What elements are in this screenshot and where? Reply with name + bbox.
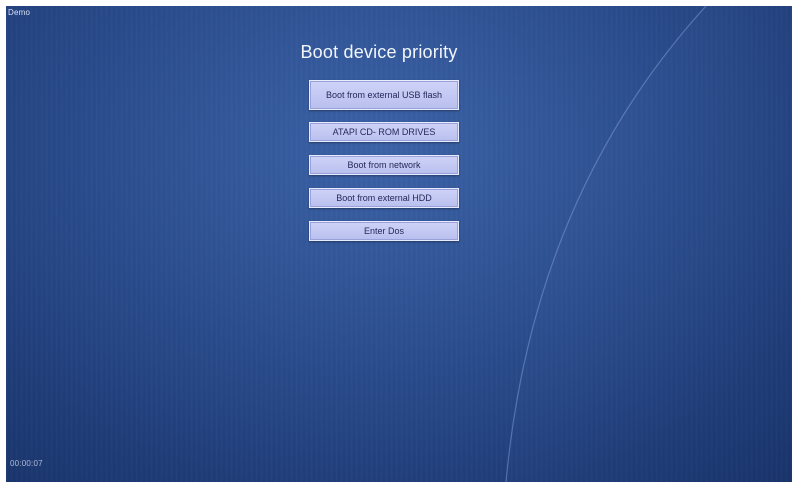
boot-usb-button[interactable]: Boot from external USB flash [309, 80, 459, 110]
footer-counter: 00:00:07 [10, 459, 43, 468]
boot-network-button[interactable]: Boot from network [309, 155, 459, 175]
page-title: Boot device priority [300, 42, 458, 62]
enter-dos-button[interactable]: Enter Dos [309, 221, 459, 241]
boot-screen: Demo Boot device priority Boot from exte… [6, 6, 792, 482]
boot-cdrom-button[interactable]: ATAPI CD- ROM DRIVES [309, 122, 459, 142]
window-title: Demo [8, 8, 31, 17]
boot-menu: Boot from external USB flash ATAPI CD- R… [309, 80, 459, 254]
boot-hdd-button[interactable]: Boot from external HDD [309, 188, 459, 208]
